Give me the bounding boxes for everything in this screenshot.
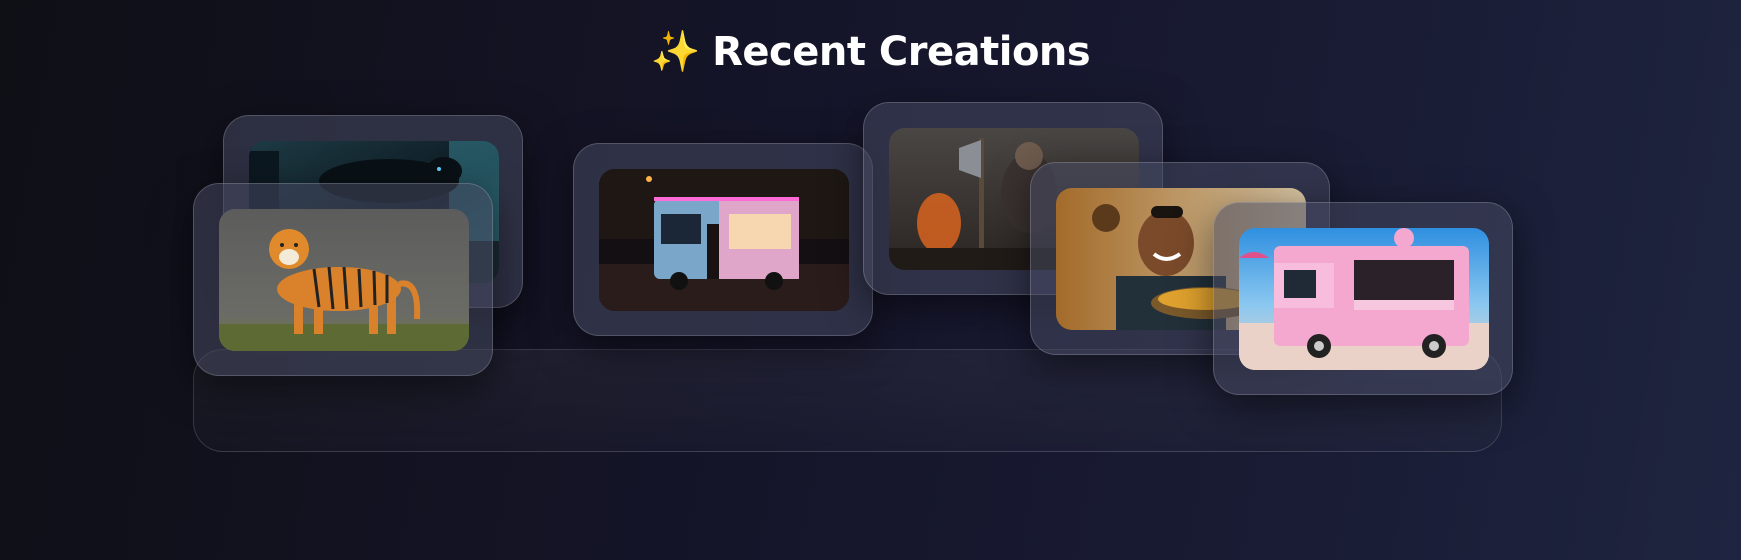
page-title: ✨ Recent Creations (0, 28, 1741, 75)
sparkles-icon: ✨ (650, 29, 701, 75)
pink-food-truck-beach-image[interactable] (1239, 228, 1489, 370)
creation-card-food-truck-night[interactable] (573, 143, 873, 336)
tiger-image[interactable] (219, 209, 469, 351)
section-heading: Recent Creations (712, 29, 1091, 75)
creation-card-tiger[interactable] (193, 183, 493, 376)
food-truck-night-image[interactable] (599, 169, 849, 311)
creation-card-pink-truck[interactable] (1213, 202, 1513, 395)
